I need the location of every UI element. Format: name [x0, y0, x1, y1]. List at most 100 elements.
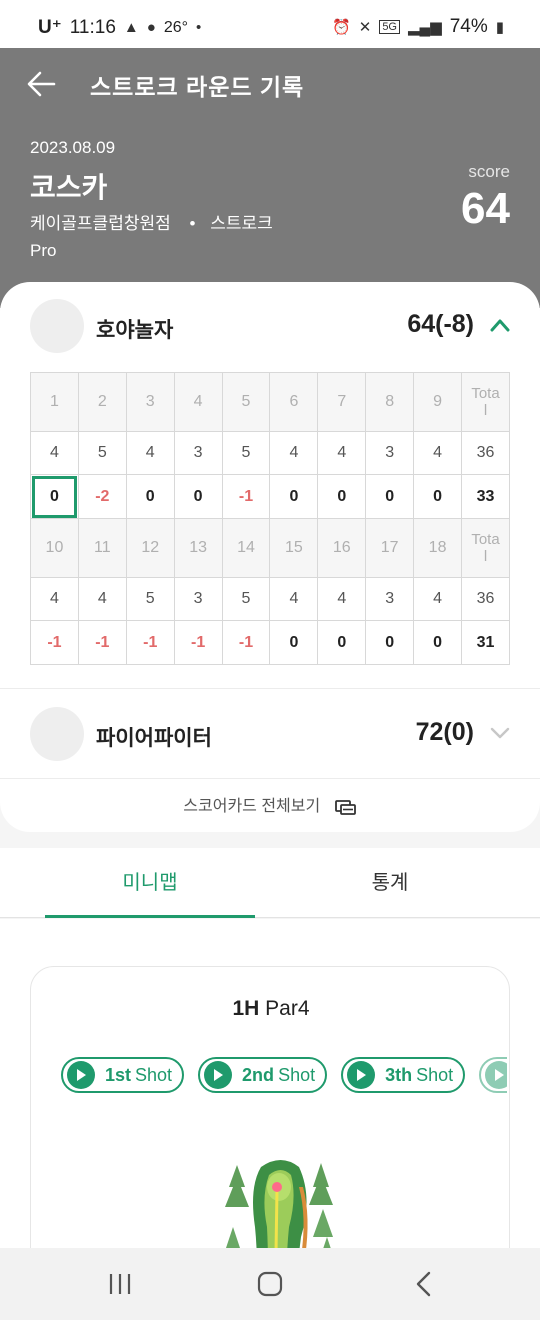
alarm-icon: ⏰ — [332, 19, 351, 36]
shot-button-3[interactable]: 3th Shot — [341, 1057, 466, 1093]
score-cell[interactable]: -1 — [221, 474, 271, 519]
score-cell[interactable]: -1 — [173, 620, 223, 665]
total-cell: Tota l — [461, 518, 510, 578]
scorecard-icon — [334, 799, 356, 815]
dot-icon: • — [196, 19, 202, 36]
message-icon: ● — [146, 19, 156, 36]
shot-button-1[interactable]: 1st Shot — [61, 1057, 185, 1093]
meta-separator: • — [189, 214, 196, 233]
score-cell[interactable]: 0 — [317, 474, 367, 519]
back-scores-row: -1 -1 -1 -1 -1 0 0 0 0 31 — [30, 620, 510, 665]
back-arrow-icon[interactable] — [24, 66, 60, 102]
front-scores-row: 0 -2 0 0 -1 0 0 0 0 33 — [30, 474, 510, 519]
back-holes-row: 10 11 12 13 14 15 16 17 18 Tota l — [30, 518, 510, 578]
par-cell: 4 — [269, 431, 319, 475]
play-icon — [485, 1061, 507, 1089]
home-icon[interactable] — [250, 1266, 290, 1302]
player-row-1[interactable]: 호야놀자 64(-8) — [0, 282, 540, 368]
par-cell: 4 — [317, 431, 367, 475]
back-par-row: 4 4 5 3 5 4 4 3 4 36 — [30, 577, 510, 621]
par-cell: 5 — [125, 577, 175, 621]
total-cell: Tota l — [461, 372, 510, 432]
score-cell[interactable]: 0 — [30, 474, 79, 519]
score-cell[interactable]: 0 — [365, 474, 415, 519]
score-cell[interactable]: -1 — [125, 620, 175, 665]
shot-label: Shot — [416, 1064, 454, 1085]
hole-number-cell: 1 — [30, 372, 79, 432]
avatar — [30, 299, 84, 353]
scorecard-full-view-link[interactable]: 스코어카드 전체보기 — [0, 792, 540, 816]
page-title: 스트로크 라운드 기록 — [90, 74, 305, 100]
hole-number-cell: 12 — [125, 518, 175, 578]
total-cell: 33 — [461, 474, 510, 519]
score-cell[interactable]: 0 — [365, 620, 415, 665]
shot-button-2[interactable]: 2nd Shot — [198, 1057, 328, 1093]
tab-stats[interactable]: 통계 — [285, 848, 495, 918]
shot-number: 3th — [385, 1064, 413, 1085]
hole-number-cell: 6 — [269, 372, 319, 432]
system-nav-bar — [0, 1248, 540, 1320]
shot-number: 1st — [105, 1064, 132, 1085]
par-cell: 4 — [77, 577, 127, 621]
score-cell[interactable]: 0 — [413, 620, 463, 665]
player-row-2[interactable]: 파이어파이터 72(0) — [0, 690, 540, 776]
hole-number-cell: 16 — [317, 518, 367, 578]
shot-label: Shot — [135, 1064, 173, 1085]
player-score: 72(0) — [415, 718, 474, 746]
total-cell: 36 — [461, 577, 510, 621]
score-cell[interactable]: -1 — [221, 620, 271, 665]
round-meta: 케이골프클럽창원점 • 스트로크 Pro — [30, 210, 310, 264]
par-cell: 5 — [77, 431, 127, 475]
hole-par: Par4 — [265, 997, 310, 1020]
total-cell: 36 — [461, 431, 510, 475]
hole-number-cell: 18 — [413, 518, 463, 578]
hole-number-cell: 10 — [30, 518, 79, 578]
score-cell[interactable]: 0 — [269, 474, 319, 519]
score-cell[interactable]: -2 — [77, 474, 127, 519]
hole-number-cell: 11 — [77, 518, 127, 578]
hole-number-cell: 5 — [221, 372, 271, 432]
mute-icon: ✕ — [358, 19, 372, 36]
avatar — [30, 707, 84, 761]
hole-title: 1H Par4 — [31, 997, 509, 1021]
score-cell[interactable]: 0 — [173, 474, 223, 519]
hole-number-cell: 8 — [365, 372, 415, 432]
hole-number-cell: 9 — [413, 372, 463, 432]
clock: 11:16 — [69, 16, 116, 38]
score-cell[interactable]: 0 — [317, 620, 367, 665]
round-header: 스트로크 라운드 기록 2023.08.09 코스카 케이골프클럽창원점 • 스… — [0, 48, 540, 308]
tab-minimap[interactable]: 미니맵 — [45, 848, 255, 918]
chevron-up-icon[interactable] — [488, 316, 512, 334]
hole-number-cell: 13 — [173, 518, 223, 578]
round-date: 2023.08.09 — [30, 138, 116, 157]
total-cell: 31 — [461, 620, 510, 665]
score-cell[interactable]: 0 — [413, 474, 463, 519]
back-icon[interactable] — [404, 1266, 444, 1302]
divider — [0, 778, 540, 779]
par-cell: 3 — [365, 577, 415, 621]
par-cell: 5 — [221, 431, 271, 475]
score-cell[interactable]: -1 — [30, 620, 79, 665]
play-icon — [347, 1061, 376, 1089]
score-grid: 1 2 3 4 5 6 7 8 9 Tota l 4 5 4 3 5 4 4 3 4 36 0 -2 0 0 -1 0 0 0 0 33 1… — [30, 372, 510, 665]
par-cell: 3 — [365, 431, 415, 475]
minimap-section: 1H Par4 1st Shot 2nd Shot 3th Shot — [0, 919, 540, 1306]
shot-button-next[interactable] — [479, 1057, 507, 1093]
score-label: score — [468, 162, 510, 181]
player-score: 64(-8) — [407, 310, 474, 338]
5g-icon: 5G — [379, 20, 400, 34]
hole-number-cell: 14 — [221, 518, 271, 578]
front-holes-row: 1 2 3 4 5 6 7 8 9 Tota l — [30, 372, 510, 432]
shot-list: 1st Shot 2nd Shot 3th Shot — [61, 1057, 507, 1097]
score-cell[interactable]: 0 — [269, 620, 319, 665]
par-cell: 4 — [413, 431, 463, 475]
par-cell: 4 — [125, 431, 175, 475]
score-cell[interactable]: 0 — [125, 474, 175, 519]
par-cell: 4 — [269, 577, 319, 621]
score-cell[interactable]: -1 — [77, 620, 127, 665]
par-cell: 3 — [173, 577, 223, 621]
chevron-down-icon[interactable] — [488, 724, 512, 742]
par-cell: 4 — [413, 577, 463, 621]
recent-apps-icon[interactable] — [100, 1266, 140, 1302]
battery-icon: ▮ — [495, 19, 504, 36]
